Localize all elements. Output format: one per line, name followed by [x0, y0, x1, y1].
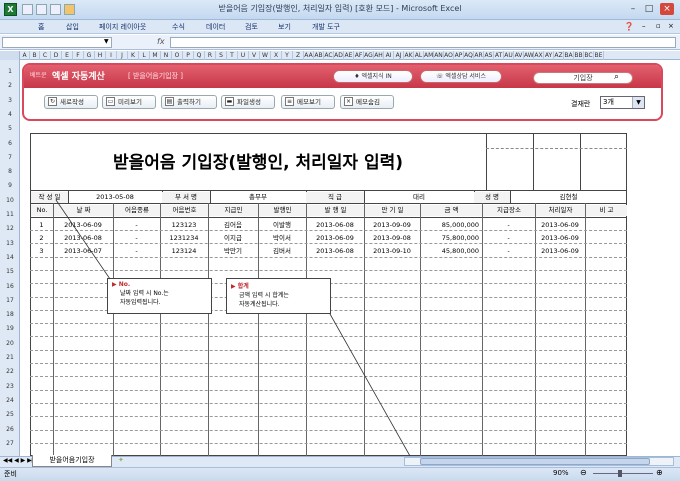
status-ready: 준비: [4, 470, 17, 478]
zoom-slider[interactable]: [593, 473, 653, 474]
sheet-tab-label: 받을어음기입장: [49, 456, 95, 464]
status-bar: [0, 467, 680, 481]
callout-leader-lines: [55, 199, 411, 457]
zoom-out-icon[interactable]: ⊖: [580, 468, 587, 477]
zoom-slider-thumb[interactable]: [618, 470, 622, 477]
new-sheet-icon[interactable]: ✦: [118, 456, 124, 464]
sheet-tab[interactable]: 받을어음기입장: [32, 455, 112, 467]
scrollbar-thumb[interactable]: [420, 458, 650, 465]
zoom-level: 90%: [553, 469, 569, 477]
zoom-in-icon[interactable]: ⊕: [656, 468, 663, 477]
